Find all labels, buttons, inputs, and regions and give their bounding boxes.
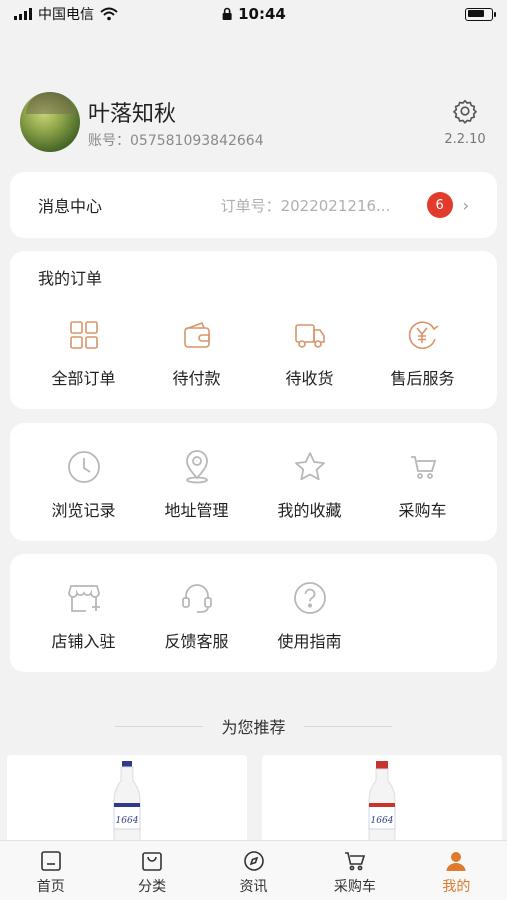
help-circle-icon (293, 582, 326, 614)
bag-icon (142, 852, 162, 871)
user-guide-label: 使用指南 (277, 632, 342, 651)
signal-icon (14, 8, 32, 20)
favorites-button[interactable]: 我的收藏 (253, 449, 366, 521)
order-all-button[interactable]: 全部订单 (27, 317, 140, 389)
services-card: 店铺入驻 反馈客服 使用指南 (10, 554, 497, 672)
home-icon (40, 851, 61, 871)
compass-icon (243, 851, 264, 871)
gear-icon (453, 99, 477, 124)
browse-history-button[interactable]: 浏览记录 (27, 449, 140, 521)
tab-mine-label: 我的 (442, 879, 471, 895)
feedback-service-label: 反馈客服 (164, 632, 229, 651)
tab-category[interactable]: 分类 (101, 841, 202, 900)
divider (303, 725, 392, 727)
tab-mine[interactable]: 我的 (406, 841, 507, 900)
truck-icon (294, 324, 325, 348)
store-join-button[interactable]: 店铺入驻 (27, 580, 140, 652)
wifi-icon (100, 7, 118, 21)
tab-cart[interactable]: 采购车 (304, 841, 405, 900)
beer-bottle-image: 1664 (113, 761, 141, 845)
message-center-title: 消息中心 (38, 197, 103, 216)
order-to-receive-button[interactable]: 待收货 (253, 317, 366, 389)
recommend-header: 为您推荐 (0, 714, 507, 738)
location-pin-icon (185, 450, 208, 484)
grid-icon (69, 321, 98, 349)
after-sales-button[interactable]: 售后服务 (366, 317, 479, 389)
cart-icon (344, 852, 366, 871)
carrier-label: 中国电信 (38, 7, 94, 23)
tab-cart-label: 采购车 (333, 879, 376, 895)
clock-time: 10:44 (238, 5, 286, 23)
chevron-right-icon: › (462, 195, 469, 215)
status-bar: 中国电信 10:44 (0, 0, 507, 28)
browse-history-label: 浏览记录 (51, 501, 116, 520)
address-management-button[interactable]: 地址管理 (140, 449, 253, 521)
order-unpaid-label: 待付款 (172, 369, 221, 388)
headset-icon (181, 584, 212, 613)
user-guide-button[interactable]: 使用指南 (253, 580, 366, 652)
favorites-label: 我的收藏 (277, 501, 342, 520)
profile-header: 叶落知秋 账号：057581093842664 2.2.10 (20, 92, 490, 156)
store-join-label: 店铺入驻 (51, 632, 116, 651)
my-orders-card: 我的订单 全部订单 待付款 待收货 售后服务 (10, 251, 497, 409)
svg-text:1664: 1664 (371, 816, 394, 826)
feedback-service-button[interactable]: 反馈客服 (140, 580, 253, 652)
recommend-title: 为您推荐 (221, 718, 286, 737)
after-sales-label: 售后服务 (390, 369, 455, 388)
battery-icon (465, 7, 496, 21)
yen-refresh-icon (408, 321, 438, 349)
settings-button[interactable]: 2.2.10 (440, 98, 490, 147)
divider (115, 725, 204, 727)
product-card[interactable]: 1664 (7, 755, 247, 845)
wallet-icon (183, 321, 210, 348)
tools-card: 浏览记录 地址管理 我的收藏 采购车 (10, 423, 497, 541)
message-preview: 订单号：2022021216... (220, 196, 391, 215)
purchase-cart-button[interactable]: 采购车 (366, 449, 479, 521)
order-to-receive-label: 待收货 (285, 369, 334, 388)
order-unpaid-button[interactable]: 待付款 (140, 317, 253, 389)
unread-badge: 6 (426, 192, 453, 218)
tab-news[interactable]: 资讯 (203, 841, 304, 900)
tab-home[interactable]: 首页 (0, 841, 101, 900)
store-add-icon (67, 585, 100, 612)
purchase-cart-label: 采购车 (398, 501, 447, 520)
profile-name: 叶落知秋 (88, 102, 177, 127)
my-orders-title: 我的订单 (38, 269, 103, 288)
user-icon (446, 852, 466, 871)
bottom-tab-bar: 首页 分类 资讯 采购车 我的 (0, 840, 507, 900)
address-management-label: 地址管理 (164, 501, 229, 520)
star-icon (294, 452, 325, 481)
message-center-card[interactable]: 消息中心 订单号：2022021216... 6 › (10, 172, 497, 238)
lock-icon (222, 7, 232, 20)
product-card[interactable]: 1664 (262, 755, 502, 845)
clock-icon (67, 451, 100, 483)
tab-news-label: 资讯 (239, 879, 268, 895)
svg-text:1664: 1664 (116, 816, 139, 826)
tab-category-label: 分类 (138, 879, 167, 895)
cart-icon (410, 456, 436, 479)
account-number: 账号：057581093842664 (88, 133, 264, 149)
avatar[interactable] (20, 92, 80, 152)
beer-bottle-image: 1664 (368, 761, 396, 845)
app-version: 2.2.10 (444, 132, 486, 147)
order-all-label: 全部订单 (51, 369, 116, 388)
tab-home-label: 首页 (36, 879, 65, 895)
